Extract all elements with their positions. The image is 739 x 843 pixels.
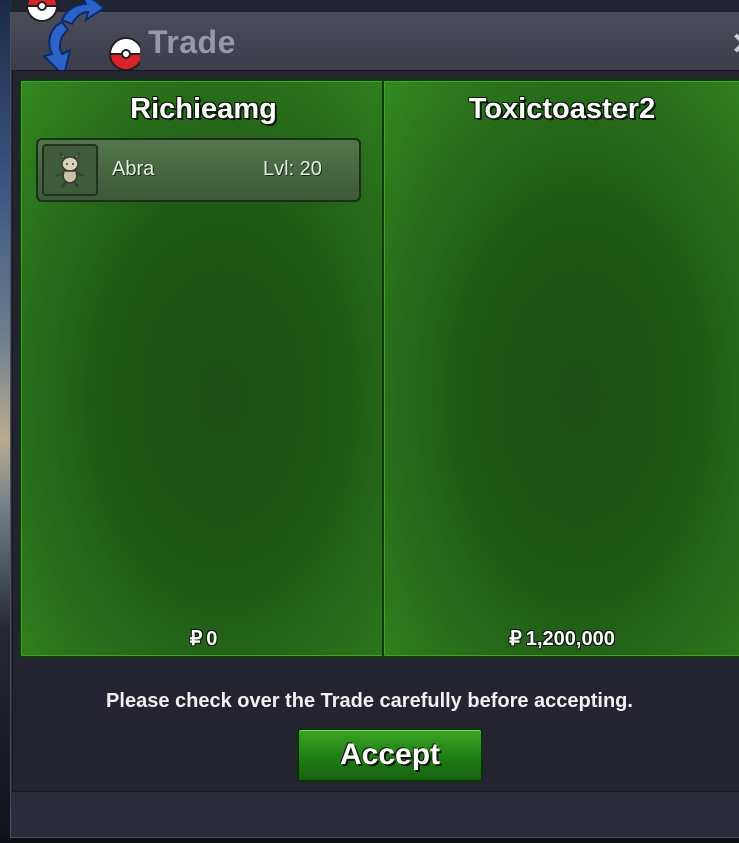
window-title: Trade <box>148 24 236 60</box>
item-level: Lvl: 20 <box>263 158 322 180</box>
left-money-value: 0 <box>206 628 218 650</box>
trade-warning-text: Please check over the Trade carefully be… <box>106 690 633 712</box>
abra-sprite-icon <box>42 144 98 196</box>
left-money-offer: ₽0 <box>21 626 386 651</box>
item-name: Abra <box>112 158 155 180</box>
right-money-value: 1,200,000 <box>525 628 615 650</box>
right-player-name: Toxictoaster2 <box>468 93 656 125</box>
right-money-offer: ₽1,200,000 <box>384 626 739 651</box>
accept-button[interactable]: Accept <box>297 728 483 782</box>
left-trade-panel: Richieamg Abra Lvl: 20 ₽0 <box>19 79 388 658</box>
close-icon[interactable]: ✕ <box>731 27 739 62</box>
pokedollar-icon: ₽ <box>189 628 203 650</box>
pokedollar-icon: ₽ <box>509 628 522 650</box>
trade-item-slot[interactable]: Abra Lvl: 20 <box>36 138 361 202</box>
left-player-name: Richieamg <box>130 93 277 125</box>
right-trade-panel: Toxictoaster2 ₽1,200,000 <box>382 79 739 658</box>
